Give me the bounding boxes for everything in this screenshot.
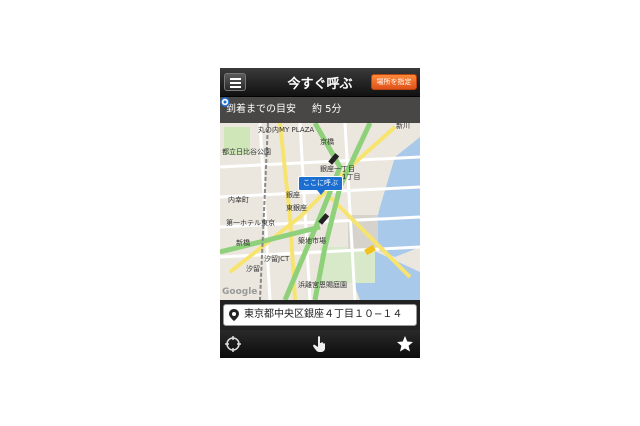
crosshair-icon[interactable] (224, 335, 242, 353)
map-label: 銀座 (286, 191, 300, 199)
map-label: 丸の内MY PLAZA (258, 126, 315, 134)
hand-pointer-icon[interactable] (311, 335, 329, 353)
map-view[interactable]: 到着までの目安 約 5分 丸の内MY PLAZA 新川 京橋 都立日比谷公園 銀… (220, 97, 420, 300)
map-label: 汐留 (246, 265, 260, 273)
map-label: 築地市場 (298, 237, 326, 245)
map-label: 東銀座 (286, 204, 307, 212)
phone-screen: 今すぐ呼ぶ 場所を指定 到着までの目安 約 5分 丸の内MY PLAZA 新川 … (220, 68, 420, 358)
map-label: 汐留JCT (264, 255, 290, 263)
map-label: 新川 (396, 122, 410, 130)
map-label: 1丁目 (342, 173, 361, 181)
address-field[interactable]: 東京都中央区銀座４丁目１０−１４ (223, 304, 417, 326)
eta-value: 約 5分 (312, 104, 342, 115)
map-label: 浜離宮恩賜庭園 (298, 281, 347, 289)
eta-banner: 到着までの目安 約 5分 (220, 97, 420, 123)
address-text: 東京都中央区銀座４丁目１０−１４ (244, 309, 403, 320)
set-location-button[interactable]: 場所を指定 (371, 74, 417, 90)
map-label: 内幸町 (228, 196, 249, 204)
callout-tail (317, 190, 325, 195)
tab-bar (220, 330, 420, 358)
location-pin-icon (220, 97, 230, 107)
address-bar: 東京都中央区銀座４丁目１０−１４ (220, 300, 420, 330)
app-header: 今すぐ呼ぶ 場所を指定 (220, 68, 420, 97)
map-label: 第一ホテル東京 (226, 219, 275, 227)
map-label: 都立日比谷公園 (222, 148, 271, 156)
map-label: 京橋 (320, 138, 334, 146)
star-icon[interactable] (396, 335, 414, 353)
call-here-button[interactable]: ここに呼ぶ (298, 176, 343, 191)
google-attribution: Google (222, 287, 258, 297)
map-pin-icon (229, 309, 239, 321)
eta-label: 到着までの目安 (226, 104, 296, 115)
map-label: 新橋 (236, 239, 250, 247)
